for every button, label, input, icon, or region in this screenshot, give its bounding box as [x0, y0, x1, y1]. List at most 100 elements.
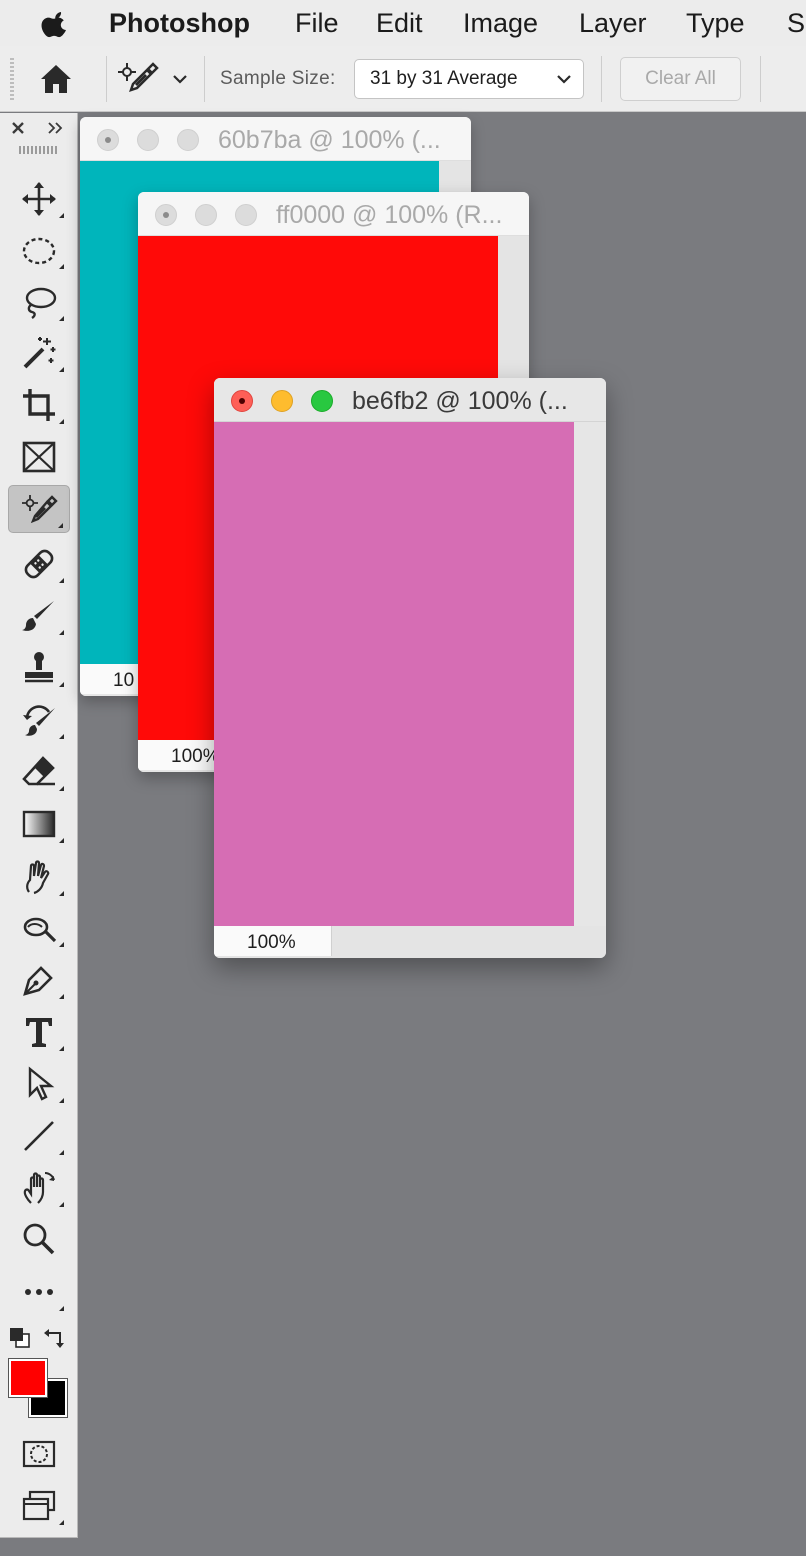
document-window-active[interactable]: be6fb2 @ 100% (... 100%	[214, 378, 606, 958]
bandage-icon	[24, 549, 54, 579]
zoom-button-icon[interactable]	[235, 204, 257, 226]
screen-mode-button[interactable]	[8, 1481, 70, 1529]
quick-mask-button[interactable]	[8, 1429, 70, 1477]
close-button-icon[interactable]	[155, 204, 177, 226]
move-icon	[22, 182, 56, 216]
home-icon[interactable]	[39, 63, 73, 95]
window-titlebar[interactable]: 60b7ba @ 100% (...	[80, 117, 471, 161]
menu-app-name[interactable]: Photoshop	[109, 7, 250, 39]
pen-tool[interactable]	[8, 955, 70, 1003]
crop-tool[interactable]	[8, 380, 70, 428]
sample-size-label: Sample Size:	[220, 68, 336, 89]
line-icon	[24, 1121, 54, 1151]
clear-all-button[interactable]: Clear All	[620, 57, 741, 101]
foreground-color-swatch[interactable]	[8, 1358, 48, 1398]
stamp-icon	[25, 652, 53, 683]
sample-size-select[interactable]: 31 by 31 Average	[354, 59, 584, 99]
tools-panel	[0, 113, 78, 1538]
line-tool[interactable]	[8, 1111, 70, 1159]
type-icon	[26, 1018, 52, 1047]
gradient-icon	[22, 810, 56, 838]
tool-preset-picker[interactable]	[114, 56, 194, 102]
window-titlebar[interactable]: be6fb2 @ 100% (...	[214, 378, 606, 422]
menu-bar: Photoshop File Edit Image Layer Type Se	[0, 0, 806, 46]
default-colors-icon[interactable]	[9, 1327, 31, 1349]
dodge-tool[interactable]	[8, 903, 70, 951]
hand-icon	[23, 1172, 55, 1204]
marquee-tool[interactable]	[8, 225, 70, 273]
menu-edit[interactable]: Edit	[376, 7, 423, 39]
lasso-tool[interactable]	[8, 277, 70, 325]
edit-toolbar-button[interactable]	[8, 1267, 70, 1315]
zoom-button-icon[interactable]	[177, 129, 199, 151]
document-canvas[interactable]	[214, 422, 574, 926]
elliptical-marquee-icon	[22, 237, 56, 265]
separator	[204, 56, 205, 102]
screen-mode-icon	[22, 1490, 56, 1521]
window-title: be6fb2 @ 100% (...	[352, 387, 568, 415]
menu-image[interactable]: Image	[463, 7, 538, 39]
options-bar: Sample Size: 31 by 31 Average Clear All	[0, 46, 806, 112]
arrow-icon	[28, 1066, 55, 1101]
window-title: ff0000 @ 100% (R...	[276, 201, 503, 229]
quick-mask-icon	[22, 1440, 56, 1468]
dodge-icon	[23, 917, 57, 943]
history-brush-tool[interactable]	[8, 695, 70, 743]
menu-select[interactable]: Se	[787, 7, 806, 39]
color-sampler-icon	[22, 495, 58, 524]
eraser-tool[interactable]	[8, 747, 70, 795]
brush-tool[interactable]	[8, 591, 70, 639]
gradient-tool[interactable]	[8, 799, 70, 847]
magnifier-icon	[23, 1223, 55, 1255]
brush-icon	[22, 601, 54, 631]
window-titlebar[interactable]: ff0000 @ 100% (R...	[138, 192, 529, 236]
zoom-tool[interactable]	[8, 1214, 70, 1262]
frame-tool[interactable]	[8, 432, 70, 480]
minimize-button-icon[interactable]	[137, 129, 159, 151]
frame-icon	[22, 441, 56, 473]
menu-layer[interactable]: Layer	[579, 7, 647, 39]
chevron-down-icon	[173, 75, 187, 84]
menu-file[interactable]: File	[295, 7, 339, 39]
healing-brush-tool[interactable]	[8, 539, 70, 587]
close-button-icon[interactable]	[231, 390, 253, 412]
panel-grip[interactable]	[19, 146, 59, 154]
clone-stamp-tool[interactable]	[8, 643, 70, 691]
type-tool[interactable]	[8, 1007, 70, 1055]
separator	[106, 56, 107, 102]
zoom-level[interactable]: 10	[80, 664, 140, 694]
minimize-button-icon[interactable]	[271, 390, 293, 412]
path-selection-tool[interactable]	[8, 1059, 70, 1107]
swap-colors-icon[interactable]	[43, 1327, 67, 1349]
color-sampler-tool[interactable]	[8, 485, 70, 533]
magic-wand-icon	[23, 337, 56, 369]
menu-type[interactable]: Type	[686, 7, 745, 39]
more-dots-icon	[25, 1289, 53, 1295]
smudge-tool[interactable]	[8, 852, 70, 900]
magic-wand-tool[interactable]	[8, 328, 70, 376]
history-brush-icon	[23, 705, 55, 736]
separator	[601, 56, 602, 102]
move-tool[interactable]	[8, 174, 70, 222]
smudge-icon	[26, 860, 50, 895]
status-bar: 100%	[214, 926, 606, 958]
close-button-icon[interactable]	[97, 129, 119, 151]
zoom-level[interactable]: 100%	[214, 926, 332, 956]
window-title: 60b7ba @ 100% (...	[218, 126, 441, 154]
vertical-scrollbar[interactable]	[574, 422, 606, 926]
separator	[760, 56, 761, 102]
apple-logo-icon[interactable]	[40, 9, 72, 39]
crop-icon	[23, 389, 55, 421]
hand-tool[interactable]	[8, 1163, 70, 1211]
pen-icon	[23, 966, 53, 996]
collapse-panel-icon[interactable]	[47, 121, 65, 135]
minimize-button-icon[interactable]	[195, 204, 217, 226]
sample-size-value: 31 by 31 Average	[370, 68, 518, 89]
color-sampler-icon	[118, 62, 159, 92]
eraser-icon	[22, 756, 55, 786]
zoom-button-icon[interactable]	[311, 390, 333, 412]
lasso-icon	[25, 287, 57, 319]
chevron-down-icon	[557, 75, 571, 84]
options-bar-grip[interactable]	[10, 58, 14, 100]
close-panel-icon[interactable]	[11, 121, 25, 135]
